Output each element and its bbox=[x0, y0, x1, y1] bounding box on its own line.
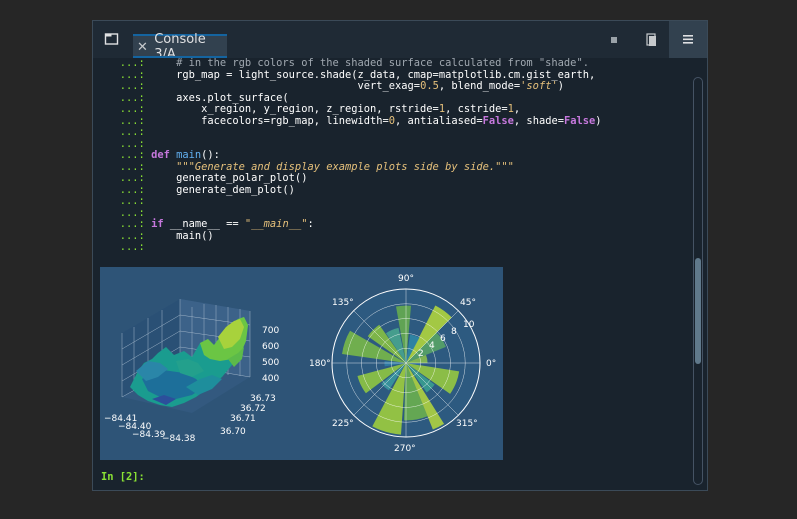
code-text: axes.plot_surface( bbox=[144, 91, 289, 104]
code-line: ...: facecolors=rgb_map, linewidth=0, an… bbox=[101, 114, 602, 128]
close-icon[interactable]: ✕ bbox=[137, 40, 150, 55]
continuation-prompt: ...: bbox=[101, 183, 145, 196]
polar-grid bbox=[332, 289, 480, 437]
code-text: def main(): bbox=[151, 149, 220, 161]
code-text: if __name__ == "__main__": bbox=[151, 218, 314, 230]
radial-tick: 10 bbox=[463, 320, 475, 330]
code-text: x_region, y_region, z_region, rstride=1,… bbox=[144, 103, 521, 115]
angle-label: 315° bbox=[456, 419, 478, 429]
continuation-prompt: ...: bbox=[101, 241, 145, 253]
angle-label: 90° bbox=[398, 274, 414, 284]
continuation-prompt: ...: bbox=[101, 103, 145, 115]
folder-tab-icon bbox=[104, 33, 119, 45]
surface-3d-plot: 700 600 500 400 −84.41 −84.40 −84.39 −84… bbox=[104, 299, 279, 444]
continuation-prompt: ...: bbox=[101, 114, 145, 127]
continuation-prompt: ...: bbox=[101, 68, 145, 81]
code-line: ...: bbox=[101, 241, 602, 254]
y-tick: 36.71 bbox=[230, 414, 256, 424]
tab-console[interactable]: ✕ Console 3/A bbox=[133, 32, 227, 62]
continuation-prompt: ...: bbox=[101, 91, 145, 104]
angle-label: 0° bbox=[486, 359, 496, 369]
angle-label: 180° bbox=[309, 359, 331, 369]
scrollbar-thumb[interactable] bbox=[695, 258, 701, 364]
z-tick: 700 bbox=[262, 326, 279, 336]
code-text: generate_dem_plot() bbox=[144, 183, 295, 196]
stop-icon bbox=[611, 37, 617, 43]
y-tick: 36.72 bbox=[240, 404, 266, 414]
continuation-prompt: ...: bbox=[101, 160, 145, 173]
continuation-prompt: ...: bbox=[101, 126, 145, 138]
y-tick: 36.73 bbox=[250, 394, 276, 404]
code-text: facecolors=rgb_map, linewidth=0, antiali… bbox=[144, 114, 602, 127]
angle-label: 270° bbox=[394, 444, 416, 454]
angle-label: 225° bbox=[332, 419, 354, 429]
z-tick: 400 bbox=[262, 374, 279, 384]
polar-plot: 90° 45° 0° 315° 270° 225° 180° 135° 2 4 … bbox=[309, 274, 496, 454]
continuation-prompt: ...: bbox=[101, 229, 145, 242]
code-block: ...: # in the rgb colors of the shaded s… bbox=[101, 58, 602, 254]
code-line: ...: main() bbox=[101, 229, 602, 243]
tab-bar: ✕ Console 3/A bbox=[93, 21, 707, 62]
code-line: ...: bbox=[101, 126, 602, 139]
continuation-prompt: ...: bbox=[101, 137, 145, 150]
clear-button[interactable] bbox=[642, 31, 660, 49]
continuation-prompt: ...: bbox=[101, 218, 145, 230]
stop-button[interactable] bbox=[605, 31, 623, 49]
continuation-prompt: ...: bbox=[101, 58, 145, 69]
console-output[interactable]: ...: # in the rgb colors of the shaded s… bbox=[95, 58, 691, 488]
x-tick: −84.39 bbox=[132, 430, 166, 440]
z-tick: 500 bbox=[262, 358, 279, 368]
browse-tabs-button[interactable] bbox=[103, 30, 121, 48]
copy-icon bbox=[646, 33, 656, 46]
continuation-prompt: ...: bbox=[101, 80, 145, 92]
hamburger-menu-icon bbox=[683, 35, 693, 44]
y-tick: 36.70 bbox=[220, 427, 246, 437]
continuation-prompt: ...: bbox=[101, 195, 145, 207]
z-tick: 600 bbox=[262, 342, 279, 352]
options-menu-button[interactable] bbox=[669, 21, 707, 58]
angle-label: 45° bbox=[460, 298, 476, 308]
inline-plot-image: 700 600 500 400 −84.41 −84.40 −84.39 −84… bbox=[100, 267, 503, 460]
continuation-prompt: ...: bbox=[101, 172, 145, 184]
continuation-prompt: ...: bbox=[101, 206, 145, 219]
code-text: rgb_map = light_source.shade(z_data, cma… bbox=[144, 68, 596, 81]
x-tick: −84.38 bbox=[162, 434, 196, 444]
radial-tick: 8 bbox=[451, 327, 457, 337]
code-line: ...: bbox=[101, 195, 602, 208]
code-text: generate_polar_plot() bbox=[144, 172, 308, 184]
input-prompt[interactable]: In [2]: bbox=[101, 471, 145, 483]
console-window: ✕ Console 3/A ...: # in the rgb colors o… bbox=[92, 20, 708, 491]
angle-label: 135° bbox=[332, 298, 354, 308]
code-text: main() bbox=[144, 229, 214, 242]
radial-tick: 2 bbox=[418, 349, 424, 359]
radial-tick: 4 bbox=[429, 341, 435, 351]
code-text: vert_exag=0.5, blend_mode='soft') bbox=[144, 80, 564, 92]
vertical-scrollbar[interactable] bbox=[693, 77, 703, 485]
plot-figure: 700 600 500 400 −84.41 −84.40 −84.39 −84… bbox=[104, 274, 496, 454]
code-text: # in the rgb colors of the shaded surfac… bbox=[144, 58, 589, 69]
continuation-prompt: ...: bbox=[101, 149, 145, 161]
radial-tick: 6 bbox=[440, 334, 446, 344]
code-line: ...: generate_dem_plot() bbox=[101, 183, 602, 197]
code-text: """Generate and display example plots si… bbox=[176, 160, 514, 173]
